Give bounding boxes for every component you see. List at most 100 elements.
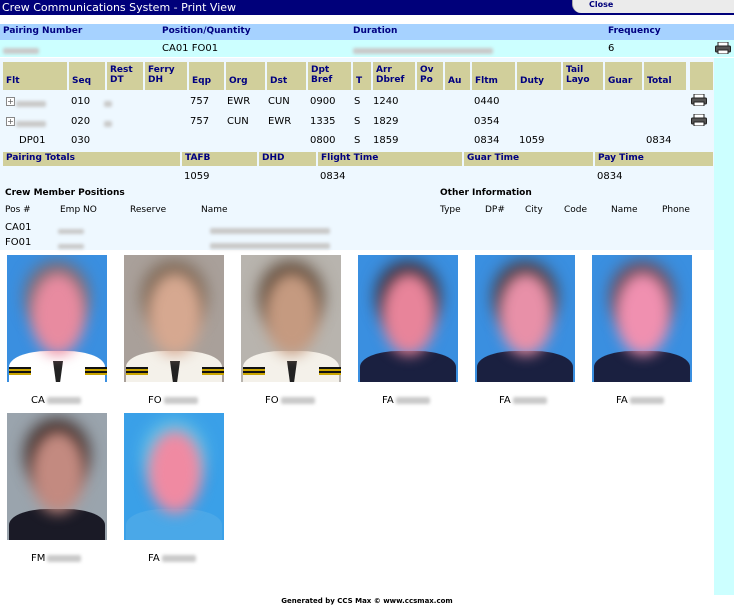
pairing-number-value xyxy=(3,46,39,57)
col-header-guar: Guar xyxy=(605,62,642,90)
print-leg-icon[interactable] xyxy=(691,114,707,126)
other-info-title: Other Information xyxy=(440,188,532,198)
print-pairing-icon[interactable] xyxy=(715,42,731,54)
duration-label: Duration xyxy=(353,26,398,36)
rest-value xyxy=(104,119,112,130)
pairing-totals-label: Pairing Totals xyxy=(3,152,180,166)
col-header-dpt: Dpt Bref xyxy=(308,62,351,90)
col-header-au: Au xyxy=(445,62,470,90)
duty-t-value: S xyxy=(354,135,361,146)
pairing-header-bar: Pairing Number Position/Quantity Duratio… xyxy=(0,24,734,40)
crew-photo-caption: FO xyxy=(148,395,198,406)
leg-row: +020 757 CUN EWR 1335 S 1829 0354 xyxy=(0,112,714,130)
crew-photo-position: FA xyxy=(499,395,511,406)
crew-photo xyxy=(7,255,107,382)
col-header-actions xyxy=(690,62,713,90)
crew-pos-value: CA01 xyxy=(5,222,32,233)
crew-photo xyxy=(475,255,575,382)
crew-photo-position: CA xyxy=(31,395,45,406)
leg-dst-value: CUN xyxy=(268,96,290,107)
col-header-fltm: Fltm xyxy=(472,62,515,90)
position-quantity-label: Position/Quantity xyxy=(162,26,251,36)
window-title: Crew Communications System - Print View xyxy=(2,1,237,14)
crew-photo xyxy=(124,255,224,382)
crew-pos-value: FO01 xyxy=(5,237,32,248)
crew-photo xyxy=(358,255,458,382)
pay-time-label: Pay Time xyxy=(595,152,713,166)
expand-leg-icon[interactable]: + xyxy=(6,97,15,106)
leg-dpt-value: 0900 xyxy=(310,96,336,107)
crew-photo-position: FA xyxy=(382,395,394,406)
col-header-t: T xyxy=(353,62,371,90)
crew-photo-caption: CA xyxy=(31,395,81,406)
duty-period-row: DP01 030 0800 S 1859 0834 1059 0834 xyxy=(0,131,714,149)
leg-arr-value: 1829 xyxy=(373,116,399,127)
right-scroll-strip xyxy=(714,58,734,595)
crew-photo-caption: FA xyxy=(382,395,430,406)
pairing-header-values: CA01 FO01 6 xyxy=(0,40,734,57)
leg-arr-value: 1240 xyxy=(373,96,399,107)
leg-seq-value: 010 xyxy=(71,96,91,107)
col-header-tail: Tail Layo xyxy=(563,62,603,90)
leg-fltm-value: 0440 xyxy=(474,96,500,107)
crew-photo-position: FO xyxy=(265,395,279,406)
duty-period-label: DP01 xyxy=(19,135,46,146)
crew-positions-title: Crew Member Positions xyxy=(5,188,125,198)
pos-header: Pos # xyxy=(5,205,31,215)
col-header-flt: Flt xyxy=(3,62,67,90)
flight-number-value xyxy=(16,99,46,110)
other-name-header: Name xyxy=(611,205,638,215)
flight-number-value xyxy=(16,119,46,130)
title-bar: Crew Communications System - Print View … xyxy=(0,0,734,15)
leg-seq-value: 020 xyxy=(71,116,91,127)
crew-photo-caption: FA xyxy=(499,395,547,406)
duty-total-value: 0834 xyxy=(646,135,672,146)
col-header-ferry: Ferry DH xyxy=(145,62,187,90)
col-header-duty: Duty xyxy=(517,62,561,90)
col-header-seq: Seq xyxy=(69,62,105,90)
flight-time-label: Flight Time xyxy=(318,152,462,166)
tafb-label: TAFB xyxy=(182,152,257,166)
crew-photo-caption: FM xyxy=(31,553,82,564)
reserve-header: Reserve xyxy=(130,205,167,215)
close-tab[interactable]: Close xyxy=(572,0,734,13)
type-header: Type xyxy=(440,205,461,215)
crew-photo xyxy=(7,413,107,540)
crew-emp-value xyxy=(58,241,84,252)
footer-credit: Generated by CCS Max © www.ccsmax.com xyxy=(281,597,453,605)
col-header-org: Org xyxy=(226,62,265,90)
leg-t-value: S xyxy=(354,96,361,107)
pay-time-value: 0834 xyxy=(597,171,623,182)
leg-dst-value: EWR xyxy=(268,116,292,127)
dp-header: DP# xyxy=(485,205,505,215)
crew-photo xyxy=(592,255,692,382)
name-header: Name xyxy=(201,205,228,215)
crew-photo xyxy=(124,413,224,540)
crew-photo-position: FA xyxy=(616,395,628,406)
duty-dpt-value: 0800 xyxy=(310,135,336,146)
duty-arr-value: 1859 xyxy=(373,135,399,146)
leg-eqp-value: 757 xyxy=(190,96,210,107)
duty-seq-value: 030 xyxy=(71,135,91,146)
close-button[interactable]: Close xyxy=(589,0,613,9)
flight-time-value: 0834 xyxy=(320,171,346,182)
crew-photo-position: FM xyxy=(31,553,46,564)
duty-fltm-value: 0834 xyxy=(474,135,500,146)
col-header-rest: Rest DT xyxy=(107,62,143,90)
crew-photo-caption: FO xyxy=(265,395,315,406)
col-header-total: Total xyxy=(644,62,686,90)
leg-t-value: S xyxy=(354,116,361,127)
guar-time-label: Guar Time xyxy=(464,152,593,166)
print-leg-icon[interactable] xyxy=(691,94,707,106)
city-header: City xyxy=(525,205,543,215)
leg-org-value: CUN xyxy=(227,116,249,127)
leg-eqp-value: 757 xyxy=(190,116,210,127)
emp-no-header: Emp NO xyxy=(60,205,97,215)
crew-position-row: FO01 xyxy=(0,233,714,251)
crew-photo-caption: FA xyxy=(148,553,196,564)
expand-leg-icon[interactable]: + xyxy=(6,117,15,126)
leg-org-value: EWR xyxy=(227,96,251,107)
tafb-value: 1059 xyxy=(184,171,210,182)
leg-fltm-value: 0354 xyxy=(474,116,500,127)
frequency-value: 6 xyxy=(608,43,615,54)
